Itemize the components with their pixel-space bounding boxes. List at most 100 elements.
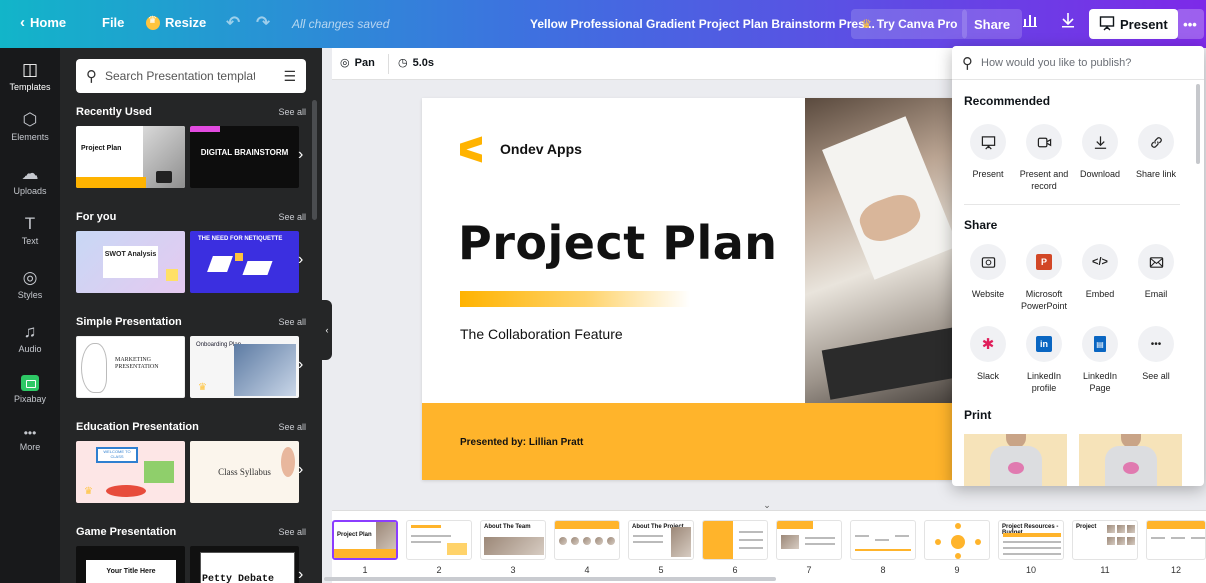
publish-website-option[interactable]: Website bbox=[960, 244, 1016, 300]
share-button[interactable]: Share bbox=[962, 9, 1023, 39]
template-thumbnail[interactable]: DIGITAL BRAINSTORM bbox=[190, 126, 299, 188]
redo-button[interactable]: ↷ bbox=[256, 13, 270, 33]
page-number: 12 bbox=[1170, 565, 1181, 575]
chevron-right-icon[interactable]: › bbox=[298, 146, 303, 164]
text-icon: T bbox=[24, 214, 36, 233]
home-label: Home bbox=[30, 15, 67, 30]
redo-icon: ↷ bbox=[256, 13, 271, 32]
panel-scrollbar[interactable] bbox=[312, 100, 317, 220]
collapse-panel-handle[interactable]: ‹ bbox=[322, 300, 332, 360]
embed-icon: </> bbox=[1082, 244, 1118, 280]
publish-present-option[interactable]: Present bbox=[960, 124, 1016, 180]
sidebar-item-more[interactable]: ••• More bbox=[0, 426, 60, 452]
crown-icon: ♛ bbox=[198, 382, 207, 393]
sidebar-item-elements[interactable]: ⬡ Elements bbox=[0, 110, 60, 142]
sidebar-item-text[interactable]: T Text bbox=[0, 214, 60, 246]
more-options-button[interactable]: ••• bbox=[1176, 9, 1204, 39]
see-all-link[interactable]: See all bbox=[278, 212, 306, 222]
slide-canvas[interactable]: Ondev Apps Project Plan The Collaboratio… bbox=[422, 98, 952, 480]
section-divider bbox=[964, 204, 1180, 205]
publish-powerpoint-option[interactable]: P Microsoft PowerPoint bbox=[1016, 244, 1072, 312]
download-button[interactable] bbox=[1060, 11, 1076, 34]
sidebar-item-uploads[interactable]: ☁ Uploads bbox=[0, 164, 60, 196]
insights-button[interactable] bbox=[1022, 12, 1038, 33]
file-menu-button[interactable]: File bbox=[102, 15, 124, 30]
print-product-card[interactable] bbox=[1079, 434, 1182, 486]
page-thumbnail[interactable]: Project Resources - Budget bbox=[998, 520, 1064, 560]
publish-slack-option[interactable]: ✱ Slack bbox=[960, 326, 1016, 382]
publish-present-record-option[interactable]: Present and record bbox=[1016, 124, 1072, 192]
template-search-box[interactable]: ⚲ ☰ bbox=[76, 59, 306, 93]
page-strip-toggle[interactable]: ⌄ bbox=[758, 500, 776, 510]
chevron-right-icon[interactable]: › bbox=[298, 461, 303, 479]
see-all-link[interactable]: See all bbox=[278, 107, 306, 117]
template-thumbnail[interactable]: THE NEED FOR NETIQUETTE bbox=[190, 231, 299, 293]
page-thumbnail[interactable]: Project bbox=[1072, 520, 1138, 560]
page-thumbnail[interactable]: Project Plan bbox=[332, 520, 398, 560]
see-all-link[interactable]: See all bbox=[278, 527, 306, 537]
publish-see-all-option[interactable]: ••• See all bbox=[1128, 326, 1184, 382]
slide-brand-name[interactable]: Ondev Apps bbox=[500, 141, 582, 157]
print-product-card[interactable] bbox=[964, 434, 1067, 486]
publish-email-option[interactable]: Email bbox=[1128, 244, 1184, 300]
option-label: Present bbox=[972, 169, 1004, 179]
pan-animation-button[interactable]: ◎ Pan bbox=[340, 56, 375, 70]
present-label: Present bbox=[1120, 16, 1168, 32]
template-thumbnail[interactable]: SWOT Analysis bbox=[76, 231, 185, 293]
home-button[interactable]: ‹ Home bbox=[20, 15, 66, 30]
slide-title[interactable]: Project Plan bbox=[458, 216, 778, 270]
slide-photo[interactable] bbox=[805, 98, 952, 403]
template-search-input[interactable] bbox=[105, 69, 255, 83]
slide-presenter[interactable]: Presented by: Lillian Pratt bbox=[460, 437, 583, 448]
thumbnail-title: Your Title Here bbox=[106, 568, 156, 575]
template-thumbnail[interactable]: MARKETING PRESENTATION bbox=[76, 336, 185, 398]
chevron-right-icon[interactable]: › bbox=[298, 251, 303, 269]
template-thumbnail[interactable]: Petty Debate bbox=[190, 546, 299, 583]
template-thumbnail[interactable]: Class Syllabus bbox=[190, 441, 299, 503]
template-thumbnail[interactable]: Project Plan bbox=[76, 126, 185, 188]
template-thumbnail[interactable]: Your Title Here bbox=[76, 546, 185, 583]
filter-icon[interactable]: ☰ bbox=[283, 68, 296, 85]
sidebar-item-audio[interactable]: ♫ Audio bbox=[0, 322, 60, 354]
page-strip-scrollbar[interactable] bbox=[324, 577, 776, 581]
audio-icon: ♫ bbox=[23, 322, 37, 341]
chevron-right-icon[interactable]: › bbox=[298, 566, 303, 583]
sidebar-item-pixabay[interactable]: Pixabay bbox=[0, 375, 60, 404]
publish-search-input[interactable] bbox=[981, 56, 1181, 69]
sidebar-item-templates[interactable]: ◫ Templates bbox=[0, 60, 60, 92]
template-thumbnail[interactable]: Onboarding Plan ♛ bbox=[190, 336, 299, 398]
page-thumbnail[interactable]: About The Team bbox=[480, 520, 546, 560]
page-thumbnail[interactable] bbox=[406, 520, 472, 560]
publish-share-link-option[interactable]: Share link bbox=[1128, 124, 1184, 180]
template-thumbnail[interactable]: WELCOME TO CLASS ♛ bbox=[76, 441, 185, 503]
chevron-right-icon[interactable]: › bbox=[298, 356, 303, 374]
publish-embed-option[interactable]: </> Embed bbox=[1072, 244, 1128, 300]
crown-icon bbox=[146, 15, 160, 30]
publish-linkedin-profile-option[interactable]: in LinkedIn profile bbox=[1016, 326, 1072, 394]
slide-gradient-bar[interactable] bbox=[460, 291, 690, 307]
see-all-link[interactable]: See all bbox=[278, 317, 306, 327]
page-thumbnail[interactable] bbox=[554, 520, 620, 560]
sidebar-item-styles[interactable]: ◎ Styles bbox=[0, 268, 60, 300]
page-thumbnail[interactable] bbox=[702, 520, 768, 560]
page-number: 1 bbox=[362, 565, 368, 575]
present-button[interactable]: Present bbox=[1089, 9, 1178, 39]
page-thumbnail[interactable] bbox=[924, 520, 990, 560]
undo-button[interactable]: ↶ bbox=[226, 13, 240, 33]
publish-menu-scrollbar[interactable] bbox=[1196, 84, 1200, 164]
publish-download-option[interactable]: Download bbox=[1072, 124, 1128, 180]
page-thumbnail[interactable] bbox=[776, 520, 842, 560]
publish-linkedin-page-option[interactable]: ▤ LinkedIn Page bbox=[1072, 326, 1128, 394]
see-all-link[interactable]: See all bbox=[278, 422, 306, 432]
section-title: For you bbox=[76, 211, 117, 223]
document-title[interactable]: Yellow Professional Gradient Project Pla… bbox=[530, 17, 875, 31]
publish-search-box[interactable]: ⚲ bbox=[952, 46, 1204, 80]
try-canva-pro-button[interactable]: ♛ Try Canva Pro bbox=[851, 9, 968, 39]
page-thumbnail[interactable]: About The Project bbox=[628, 520, 694, 560]
page-thumbnail[interactable] bbox=[850, 520, 916, 560]
page-thumbnail[interactable] bbox=[1146, 520, 1206, 560]
resize-label: Resize bbox=[165, 15, 207, 30]
timing-button[interactable]: ◷ 5.0s bbox=[398, 56, 434, 70]
slide-subtitle[interactable]: The Collaboration Feature bbox=[460, 326, 623, 342]
resize-button[interactable]: Resize bbox=[146, 15, 206, 30]
